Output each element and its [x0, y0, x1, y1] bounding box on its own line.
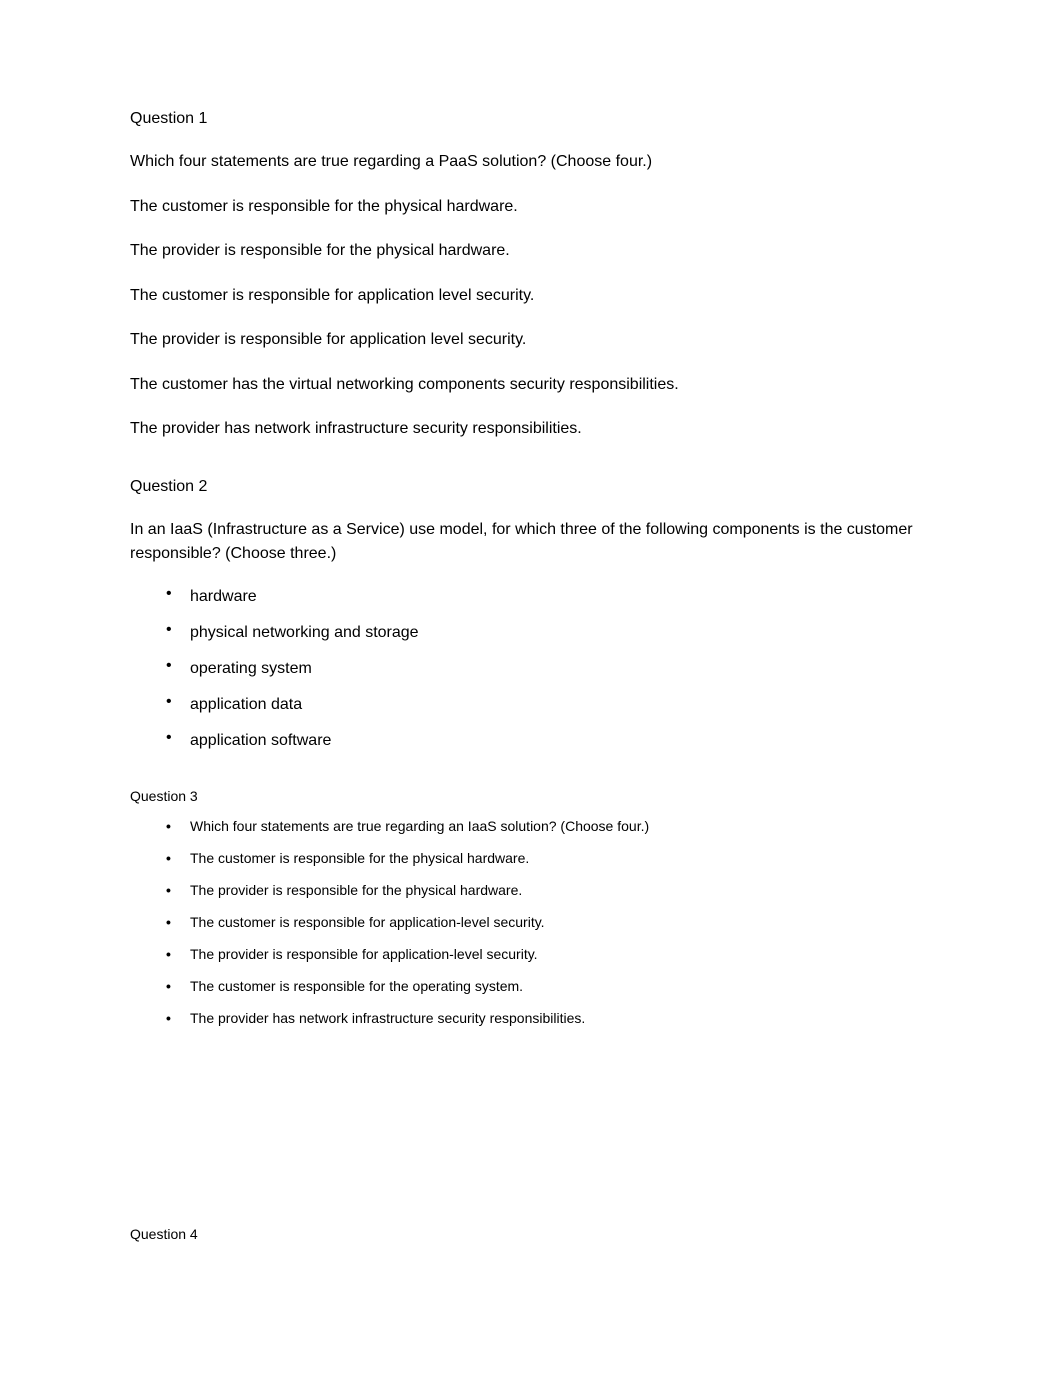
- answer-option: The customer is responsible for applicat…: [130, 285, 932, 307]
- list-item: The customer is responsible for applicat…: [166, 914, 932, 930]
- answer-option: The provider has network infrastructure …: [130, 418, 932, 440]
- question-4: Question 4: [130, 1226, 932, 1242]
- list-item: Which four statements are true regarding…: [166, 818, 932, 834]
- question-title: Question 1: [130, 110, 932, 128]
- question-2: Question 2 In an IaaS (Infrastructure as…: [130, 478, 932, 750]
- answer-options-list: hardware physical networking and storage…: [130, 588, 932, 750]
- list-item: The provider is responsible for the phys…: [166, 882, 932, 898]
- question-3: Question 3 Which four statements are tru…: [130, 788, 932, 1026]
- question-title: Question 2: [130, 478, 932, 496]
- answer-options-list: Which four statements are true regarding…: [130, 818, 932, 1026]
- question-1: Question 1 Which four statements are tru…: [130, 110, 932, 440]
- question-prompt: Which four statements are true regarding…: [130, 150, 932, 174]
- list-item: hardware: [166, 588, 932, 606]
- list-item: The customer is responsible for the phys…: [166, 850, 932, 866]
- list-item: The provider has network infrastructure …: [166, 1010, 932, 1026]
- question-title: Question 3: [130, 788, 932, 804]
- answer-option: The customer has the virtual networking …: [130, 374, 932, 396]
- question-prompt: In an IaaS (Infrastructure as a Service)…: [130, 518, 932, 566]
- list-item: The customer is responsible for the oper…: [166, 978, 932, 994]
- list-item: application software: [166, 732, 932, 750]
- answer-option: The provider is responsible for the phys…: [130, 240, 932, 262]
- list-item: operating system: [166, 660, 932, 678]
- list-item: application data: [166, 696, 932, 714]
- answer-option: The customer is responsible for the phys…: [130, 196, 932, 218]
- list-item: physical networking and storage: [166, 624, 932, 642]
- list-item: The provider is responsible for applicat…: [166, 946, 932, 962]
- answer-option: The provider is responsible for applicat…: [130, 329, 932, 351]
